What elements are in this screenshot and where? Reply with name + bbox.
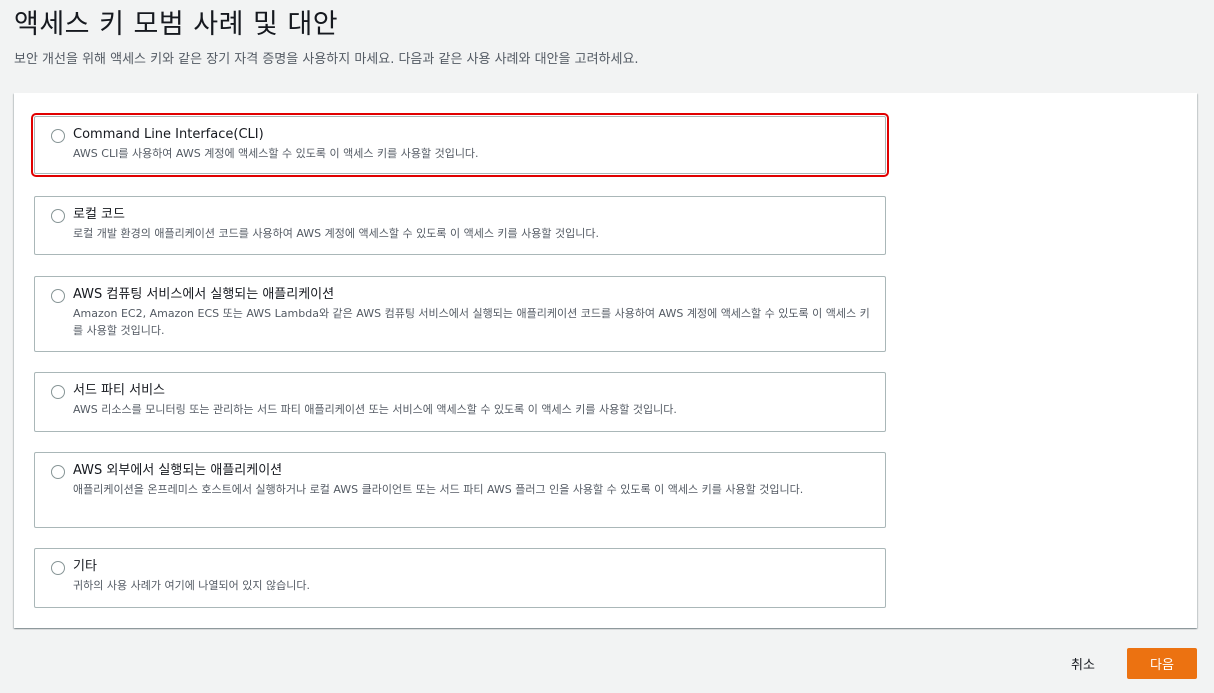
option-outside-aws[interactable]: AWS 외부에서 실행되는 애플리케이션 애플리케이션을 온프레미스 호스트에서… bbox=[34, 452, 886, 528]
other-radio[interactable] bbox=[51, 561, 65, 575]
option-description: 로컬 개발 환경의 애플리케이션 코드를 사용하여 AWS 계정에 액세스할 수… bbox=[73, 227, 600, 240]
aws-compute-radio[interactable] bbox=[51, 289, 65, 303]
option-aws-compute[interactable]: AWS 컴퓨팅 서비스에서 실행되는 애플리케이션 Amazon EC2, Am… bbox=[34, 276, 886, 352]
option-label: AWS 외부에서 실행되는 애플리케이션 bbox=[73, 463, 283, 478]
use-case-panel: Command Line Interface(CLI) AWS CLI를 사용하… bbox=[14, 93, 1197, 628]
option-label: AWS 컴퓨팅 서비스에서 실행되는 애플리케이션 bbox=[73, 287, 335, 302]
option-label: Command Line Interface(CLI) bbox=[73, 127, 264, 142]
option-local-code[interactable]: 로컬 코드 로컬 개발 환경의 애플리케이션 코드를 사용하여 AWS 계정에 … bbox=[34, 196, 886, 255]
option-description: AWS CLI를 사용하여 AWS 계정에 액세스할 수 있도록 이 액세스 키… bbox=[73, 147, 479, 160]
cancel-button[interactable]: 취소 bbox=[1056, 648, 1110, 678]
option-description: AWS 리소스를 모니터링 또는 관리하는 서드 파티 애플리케이션 또는 서비… bbox=[73, 403, 677, 416]
option-description: Amazon EC2, Amazon ECS 또는 AWS Lambda와 같은… bbox=[73, 307, 870, 337]
option-other[interactable]: 기타 귀하의 사용 사례가 여기에 나열되어 있지 않습니다. bbox=[34, 548, 886, 608]
option-description: 귀하의 사용 사례가 여기에 나열되어 있지 않습니다. bbox=[73, 579, 310, 592]
cli-radio[interactable] bbox=[51, 129, 65, 143]
local-code-radio[interactable] bbox=[51, 209, 65, 223]
next-button[interactable]: 다음 bbox=[1127, 648, 1197, 679]
outside-aws-radio[interactable] bbox=[51, 465, 65, 479]
option-cli[interactable]: Command Line Interface(CLI) AWS CLI를 사용하… bbox=[31, 113, 889, 177]
third-party-radio[interactable] bbox=[51, 385, 65, 399]
page-title: 액세스 키 모범 사례 및 대안 bbox=[14, 9, 339, 40]
option-third-party[interactable]: 서드 파티 서비스 AWS 리소스를 모니터링 또는 관리하는 서드 파티 애플… bbox=[34, 372, 886, 432]
page-description: 보안 개선을 위해 액세스 키와 같은 장기 자격 증명을 사용하지 마세요. … bbox=[14, 52, 639, 67]
option-description: 애플리케이션을 온프레미스 호스트에서 실행하거나 로컬 AWS 클라이언트 또… bbox=[73, 483, 804, 496]
option-label: 서드 파티 서비스 bbox=[73, 383, 165, 398]
option-label: 기타 bbox=[73, 559, 97, 574]
option-label: 로컬 코드 bbox=[73, 207, 125, 222]
